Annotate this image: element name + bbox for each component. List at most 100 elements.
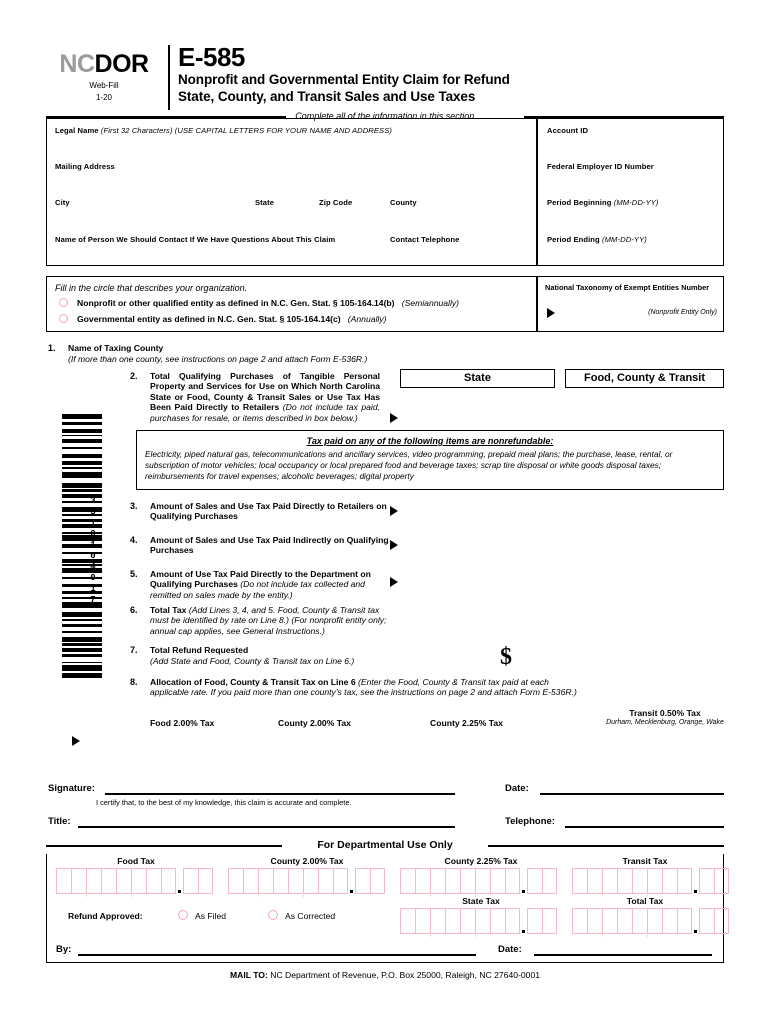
amount-cell[interactable] [146,868,161,894]
contact-name-label: Name of Person We Should Contact If We H… [55,235,336,244]
amount-cell[interactable] [526,868,542,894]
amount-cell[interactable] [369,868,385,894]
amount-cell[interactable]: , [257,868,273,898]
amount-decimal-cells[interactable] [526,908,557,934]
radio-circle-icon[interactable] [59,298,68,307]
amount-cell[interactable] [161,868,176,894]
amount-cell[interactable] [400,908,415,934]
amount-cell[interactable]: , [601,908,617,938]
amount-cell[interactable] [632,868,647,894]
dept-amount-boxes-total[interactable]: ,, [572,908,729,938]
dept-amount-boxes-state[interactable]: ,, [400,908,557,938]
amount-cell[interactable] [116,868,131,894]
amount-decimal-cells[interactable] [354,868,385,894]
amount-whole-cells[interactable]: ,, [400,868,520,898]
organization-option-nonprofit[interactable]: Nonprofit or other qualified entity as d… [59,298,459,308]
amount-cell[interactable] [445,908,460,934]
amount-whole-cells[interactable]: ,, [400,908,520,938]
amount-cell[interactable] [617,908,632,934]
amount-cell[interactable] [617,868,632,894]
amount-cell[interactable] [445,868,460,894]
amount-cell[interactable] [572,868,587,894]
amount-cell[interactable] [182,868,198,894]
amount-cell[interactable] [56,868,71,894]
dept-amount-boxes-county-225[interactable]: ,, [400,868,557,898]
amount-cell[interactable] [273,868,288,894]
amount-cell[interactable] [526,908,542,934]
dept-amount-boxes-food[interactable]: ,, [56,868,213,898]
amount-cell[interactable]: , [474,908,490,938]
dept-column-total-tax: Total Tax [626,896,664,906]
amount-cell[interactable] [415,908,430,934]
signature-line[interactable] [105,793,455,795]
amount-cell[interactable] [460,908,475,934]
amount-cell[interactable] [71,868,86,894]
amount-cell[interactable] [354,868,370,894]
radio-circle-icon[interactable] [59,314,68,323]
amount-cell[interactable] [677,868,692,894]
amount-whole-cells[interactable]: ,, [572,868,692,898]
telephone-line[interactable] [565,826,724,828]
amount-decimal-cells[interactable] [526,868,557,894]
dept-amount-boxes-county-200[interactable]: ,, [228,868,385,898]
amount-cell[interactable] [243,868,258,894]
organization-option-governmental[interactable]: Governmental entity as defined in N.C. G… [59,314,387,324]
amount-cell[interactable] [197,868,213,894]
amount-cell[interactable] [505,868,520,894]
amount-cell[interactable]: , [646,908,662,938]
amount-cell[interactable] [572,908,587,934]
amount-cell[interactable] [632,908,647,934]
amount-cell[interactable] [490,868,505,894]
amount-cell[interactable] [677,908,692,934]
amount-decimal-cells[interactable] [698,868,729,894]
dept-amount-boxes-transit[interactable]: ,, [572,868,729,898]
radio-circle-icon[interactable] [178,910,188,920]
amount-cell[interactable] [318,868,333,894]
amount-cell[interactable] [415,868,430,894]
amount-cell[interactable] [400,868,415,894]
amount-cell[interactable] [460,868,475,894]
amount-cell[interactable] [541,868,557,894]
amount-cell[interactable] [333,868,348,894]
amount-whole-cells[interactable]: ,, [572,908,692,938]
column-header-state: State [400,369,555,388]
amount-cell[interactable]: , [130,868,146,898]
dept-by-line[interactable] [78,954,476,956]
amount-cell[interactable] [288,868,303,894]
amount-whole-cells[interactable]: ,, [56,868,176,898]
line2-text: Total Qualifying Purchases of Tangible P… [150,371,380,423]
radio-circle-icon[interactable] [268,910,278,920]
amount-decimal-cells[interactable] [698,908,729,934]
amount-cell[interactable] [662,868,677,894]
amount-cell[interactable] [541,908,557,934]
amount-cell[interactable] [505,908,520,934]
amount-cell[interactable] [228,868,243,894]
refund-option-as-filed[interactable]: As Filed [178,910,226,921]
period-beginning-label: Period Beginning (MM-DD-YY) [547,198,659,207]
title-line[interactable] [78,826,455,828]
amount-cell[interactable]: , [429,908,445,938]
amount-cell[interactable]: , [474,868,490,898]
amount-cell[interactable]: , [601,868,617,898]
amount-cell[interactable]: , [646,868,662,898]
amount-cell[interactable] [662,908,677,934]
amount-cell[interactable] [698,908,714,934]
webfill-label: Web-Fill [89,81,119,90]
signature-date-line[interactable] [540,793,724,795]
dept-date-line[interactable] [534,954,712,956]
amount-cell[interactable]: , [302,868,318,898]
refund-option-as-corrected[interactable]: As Corrected [268,910,335,921]
amount-cell[interactable] [587,868,602,894]
amount-cell[interactable] [587,908,602,934]
amount-decimal-cells[interactable] [182,868,213,894]
decimal-point [693,889,697,893]
amount-cell[interactable] [698,868,714,894]
period-beginning-format: (MM-DD-YY) [613,198,659,207]
amount-whole-cells[interactable]: ,, [228,868,348,898]
amount-cell[interactable] [713,908,729,934]
amount-cell[interactable]: , [85,868,101,898]
amount-cell[interactable] [713,868,729,894]
amount-cell[interactable] [101,868,116,894]
amount-cell[interactable] [490,908,505,934]
amount-cell[interactable]: , [429,868,445,898]
